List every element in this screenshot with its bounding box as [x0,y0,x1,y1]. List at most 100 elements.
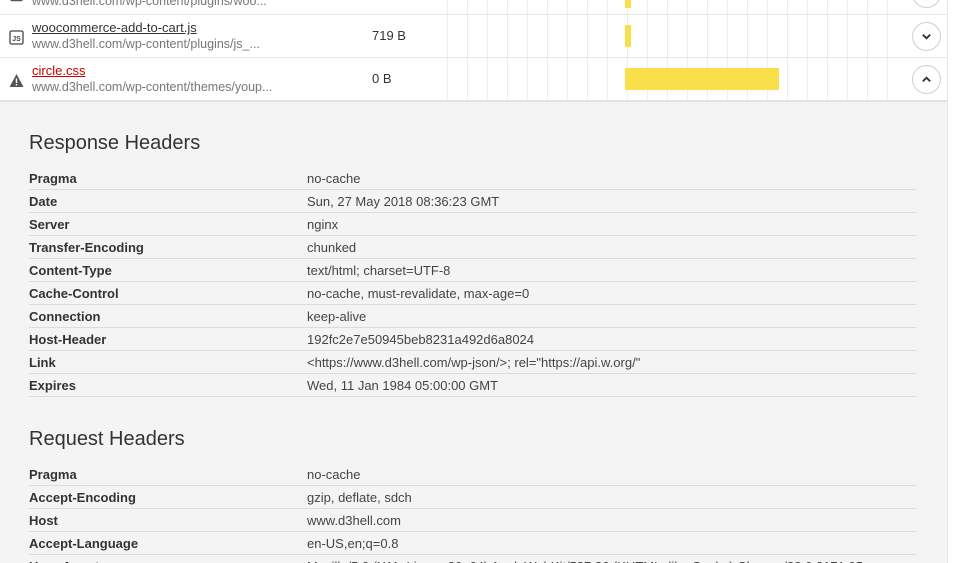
request-row[interactable]: www.d3hell.com/wp-content/plugins/woo... [0,0,947,15]
timeline-gridline [507,58,508,100]
file-icon [9,0,24,2]
timeline-gridline [527,0,528,14]
timeline-gridline [747,15,748,57]
header-row: Server nginx [29,213,916,236]
request-size: 719 B [372,28,406,43]
header-value: en-US,en;q=0.8 [307,536,399,551]
header-row: Accept-Language en-US,en;q=0.8 [29,532,916,555]
timeline-gridline [447,0,448,14]
header-value: Mozilla/5.0 (X11; Linux x86_64) AppleWeb… [307,559,863,563]
collapse-button[interactable] [912,65,941,94]
expand-button[interactable] [912,22,941,51]
request-row[interactable]: circle.css www.d3hell.com/wp-content/the… [0,58,947,101]
js-file-icon: JS [9,30,24,45]
header-row: Pragma no-cache [29,167,916,190]
timeline-gridline [467,58,468,100]
timeline-gridline [607,58,608,100]
timeline-gridline [887,15,888,57]
timeline-gridline [887,0,888,14]
request-details-panel: Response Headers Pragma no-cache Date Sun, … [0,101,947,563]
header-value: Wed, 11 Jan 1984 05:00:00 GMT [307,378,499,393]
timeline-gridline [727,15,728,57]
header-key: Accept-Encoding [29,490,136,505]
timing-bar [625,68,779,90]
timeline-gridline [767,15,768,57]
timeline-gridline [527,58,528,100]
timeline-gridline [587,0,588,14]
request-url: www.d3hell.com/wp-content/plugins/woo... [32,0,267,8]
header-value: www.d3hell.com [307,513,401,528]
timeline-gridline [447,58,448,100]
header-value: nginx [307,217,339,232]
request-waterfall-list: www.d3hell.com/wp-content/plugins/woo...… [0,0,947,101]
timeline-gridline [827,0,828,14]
header-row: Expires Wed, 11 Jan 1984 05:00:00 GMT [29,374,916,397]
timeline-gridline [867,0,868,14]
timeline-gridline [647,15,648,57]
timeline-gridline [487,0,488,14]
timing-bar [625,0,631,8]
response-headers-title: Response Headers [29,132,201,154]
header-value: text/html; charset=UTF-8 [307,263,451,278]
timeline-gridline [547,15,548,57]
header-row: Host-Header 192fc2e7e50945beb8231a492d6a8… [29,328,916,351]
response-headers-table: Pragma no-cache Date Sun, 27 May 2018 08:36… [29,167,916,397]
request-name[interactable]: woocommerce-add-to-cart.js [32,20,197,35]
header-row: Content-Type text/html; charset=UTF-8 [29,259,916,282]
waterfall-timeline [447,0,907,14]
timeline-gridline [787,0,788,14]
header-row: Pragma no-cache [29,463,916,486]
scrollbar[interactable] [947,0,966,563]
warning-icon [9,73,24,88]
timeline-gridline [807,58,808,100]
timeline-gridline [467,0,468,14]
timeline-gridline [827,58,828,100]
timeline-gridline [587,58,588,100]
header-value: 192fc2e7e50945beb8231a492d6a8024 [307,332,535,347]
header-key: Pragma [29,467,77,482]
timeline-gridline [607,0,608,14]
header-value: Sun, 27 May 2018 08:36:23 GMT [307,194,500,209]
timeline-gridline [667,0,668,14]
request-name[interactable]: circle.css [32,63,85,78]
header-value: gzip, deflate, sdch [307,490,412,505]
timeline-gridline [587,15,588,57]
header-value: no-cache, must-revalidate, max-age=0 [307,286,530,301]
header-key: Host [29,513,58,528]
timeline-gridline [567,0,568,14]
timeline-gridline [887,58,888,100]
timeline-gridline [647,0,648,14]
header-row: Host www.d3hell.com [29,509,916,532]
waterfall-timeline [447,58,907,100]
timeline-gridline [807,15,808,57]
header-key: Cache-Control [29,286,119,301]
header-key: Date [29,194,58,209]
timeline-gridline [727,0,728,14]
timeline-gridline [707,0,708,14]
timeline-gridline [847,15,848,57]
timeline-gridline [847,58,848,100]
expand-button[interactable] [912,0,941,8]
header-row: Link <https://www.d3hell.com/wp-json/>; r… [29,351,916,374]
chevron-down-icon [922,34,931,40]
timing-bar [625,25,631,47]
timeline-gridline [687,0,688,14]
waterfall-timeline [447,15,907,57]
timeline-gridline [747,0,748,14]
timeline-gridline [547,58,548,100]
header-row: Cache-Control no-cache, must-revalidate, … [29,282,916,305]
timeline-gridline [867,58,868,100]
timeline-gridline [487,15,488,57]
header-value: no-cache [307,467,361,482]
header-key: Connection [29,309,101,324]
timeline-gridline [507,0,508,14]
request-row[interactable]: JS woocommerce-add-to-cart.js www.d3hell… [0,15,947,58]
svg-text:JS: JS [12,36,21,43]
header-key: Content-Type [29,263,112,278]
timeline-gridline [527,15,528,57]
timeline-gridline [767,0,768,14]
header-row: Connection keep-alive [29,305,916,328]
request-headers-table: Pragma no-cache Accept-Encoding gzip, defla… [29,463,916,563]
header-row: Transfer-Encoding chunked [29,236,916,259]
timeline-gridline [867,15,868,57]
